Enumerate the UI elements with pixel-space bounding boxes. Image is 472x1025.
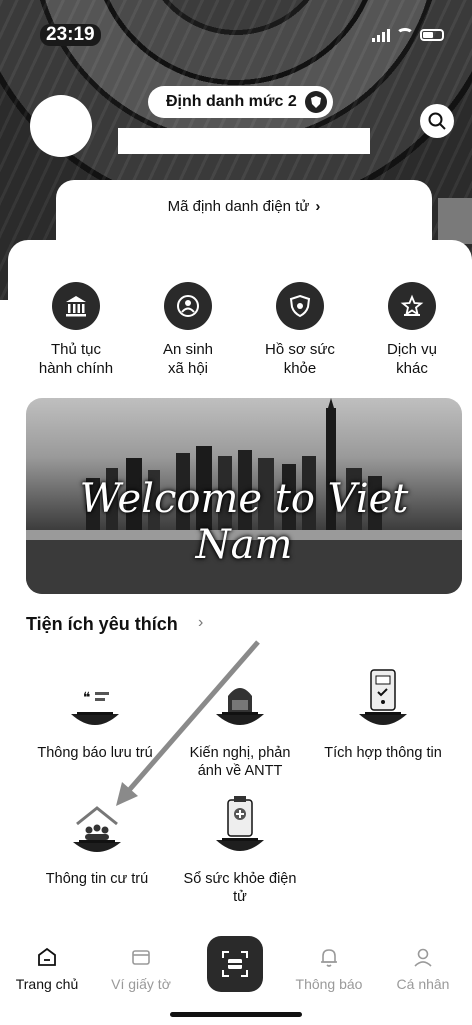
service-administrative-procedures[interactable]: Thủ tục hành chính [20,282,132,378]
status-time: 23:19 [40,24,101,46]
banner-text: Welcome to Viet Nam [79,476,409,568]
nav-home[interactable]: Trang chủ [0,930,94,992]
wifi-icon [396,28,414,42]
util-label-line2: ánh về ANTT [197,763,283,779]
signal-icon [372,28,390,42]
other-services-icon [388,282,436,330]
status-icons [372,28,444,42]
welcome-banner[interactable]: Welcome to Viet Nam [26,398,462,594]
nav-wallet[interactable]: Ví giấy tờ [94,930,188,992]
identity-level-label: Định danh mức 2 [166,93,297,110]
service-label-line1: An sinh [162,341,214,358]
util-info-integration[interactable]: Tích hợp thông tin [308,666,458,762]
police-badge-icon [304,91,327,113]
family-house-icon [67,800,127,860]
social-welfare-icon [164,282,212,330]
favorites-title: Tiện ích yêu thích [26,614,178,634]
health-shield-icon [276,282,324,330]
svg-text:❝: ❝ [83,690,91,706]
search-icon [428,112,446,130]
service-label-line2: xã hội [167,360,208,377]
scan-button[interactable] [207,936,263,992]
service-label-line1: Thủ tục [50,341,101,358]
home-icon [34,944,60,970]
util-residence-notice[interactable]: ❝ Thông báo lưu trú [20,674,170,762]
search-button[interactable] [420,104,454,138]
scan-icon [222,951,248,977]
service-label-line2: khỏe [283,360,317,377]
bell-icon [316,944,342,970]
util-residence-info[interactable]: Thông tin cư trú [22,800,172,888]
nav-notifications-label: Thông báo [295,976,363,992]
identity-level-badge[interactable]: Định danh mức 2 [148,86,333,118]
medical-clipboard-icon [210,792,270,860]
nav-wallet-label: Ví giấy tờ [111,976,171,992]
service-label-line2: khác [396,360,428,377]
favorites-more-chevron[interactable]: › [198,614,203,632]
wallet-icon [128,944,154,970]
siren-icon [210,674,270,734]
util-label-line1: Thông tin cư trú [45,871,149,887]
service-shortcuts: Thủ tục hành chính An sinh xã hội Hồ sơ sứ… [0,282,472,378]
home-indicator [170,1012,302,1017]
nav-notifications[interactable]: Thông báo [282,930,376,992]
util-label-line2: tử [233,889,247,905]
government-building-icon [52,282,100,330]
nav-home-label: Trang chủ [15,976,79,992]
service-health-record[interactable]: Hồ sơ sức khỏe [244,282,356,378]
util-label-line1: Sổ sức khỏe điện [183,871,297,887]
battery-icon [420,29,444,41]
nav-scan[interactable] [188,930,282,992]
util-label-line1: Kiến nghị, phản [189,745,291,761]
bottom-navigation: Trang chủ Ví giấy tờ Thông báo Cá nhân [0,930,472,1000]
service-label-line1: Hồ sơ sức [265,341,335,358]
electronic-id-link[interactable]: Mã định danh điện tử › [56,198,432,215]
service-label-line2: hành chính [38,360,114,377]
residence-notice-icon: ❝ [65,674,125,734]
user-name-redacted [118,128,370,154]
electronic-id-card[interactable]: Mã định danh điện tử › [56,180,432,260]
document-check-icon [353,666,413,734]
side-panel-edge [438,198,472,244]
util-label-line1: Thông báo lưu trú [37,745,153,761]
util-security-feedback[interactable]: Kiến nghị, phản ánh về ANTT [165,674,315,780]
service-label-line1: Dịch vụ [386,341,438,358]
status-bar: 23:19 [0,22,472,50]
chevron-right-icon: › [315,198,321,215]
service-social-welfare[interactable]: An sinh xã hội [132,282,244,378]
avatar[interactable] [30,95,92,157]
nav-profile-label: Cá nhân [396,976,450,992]
nav-profile[interactable]: Cá nhân [376,930,470,992]
util-label-line1: Tích hợp thông tin [324,745,442,761]
service-other[interactable]: Dịch vụ khác [356,282,468,378]
electronic-id-label: Mã định danh điện tử [167,198,310,215]
util-health-book[interactable]: Sổ sức khỏe điện tử [165,792,315,906]
user-icon [410,944,436,970]
